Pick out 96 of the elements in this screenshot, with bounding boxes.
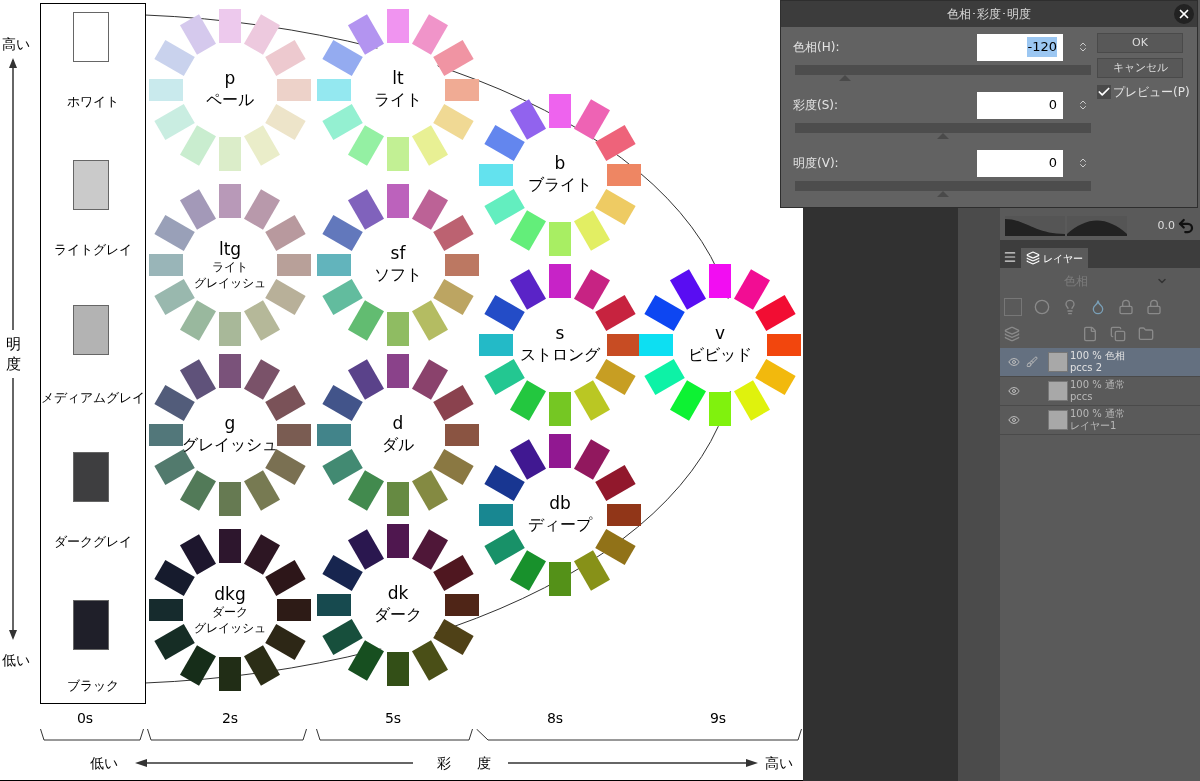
field-label: 彩度(S):	[793, 97, 840, 114]
layer-row[interactable]: 100 % 通常 レイヤー1	[1000, 406, 1200, 435]
tone-abbreviation: s	[555, 323, 565, 343]
field-label: 明度(V):	[793, 155, 840, 172]
checkbox-label: プレビュー(P)	[1113, 84, 1190, 101]
tone-name: グレイッシュ	[194, 620, 266, 636]
droplet-icon[interactable]	[1090, 299, 1106, 315]
layer-row[interactable]: 100 % 通常 pccs	[1000, 377, 1200, 406]
spinner-icon[interactable]	[1077, 99, 1089, 111]
swatch-label: メディアムグレイ	[41, 389, 145, 407]
axis-label: 度	[6, 354, 21, 374]
axis-label: 度	[477, 754, 491, 773]
tone-abbreviation: dk	[387, 583, 409, 603]
swatch-label: ダークグレイ	[53, 533, 133, 551]
layer-name: レイヤー1	[1070, 420, 1118, 432]
tone-name: ソフト	[374, 264, 422, 286]
tone-name: グレイッシュ	[194, 275, 266, 291]
close-button[interactable]	[1174, 4, 1194, 24]
tone-abbreviation: ltg	[218, 239, 242, 259]
tone-name: ビビッド	[688, 344, 752, 366]
tone-name: ブライト	[528, 174, 592, 196]
swatch-label: ライトグレイ	[53, 241, 133, 259]
value-field[interactable]: 0	[977, 149, 1063, 177]
spinner-icon[interactable]	[1077, 157, 1089, 169]
layer-thumbnail	[1048, 352, 1068, 372]
curve-preview[interactable]	[1005, 216, 1065, 236]
axis-label: 高い	[765, 754, 793, 773]
field-label: 色相(H):	[793, 39, 841, 56]
layers-icon	[1026, 251, 1040, 265]
undo-icon[interactable]	[1177, 217, 1195, 235]
tone-abbreviation: sf	[390, 243, 406, 263]
dialog-button[interactable]: OK	[1097, 33, 1183, 53]
tone-abbreviation: d	[392, 413, 404, 433]
slider[interactable]	[795, 123, 1091, 139]
new-layer-icon[interactable]	[1082, 326, 1098, 342]
layer-mode: 100 % 通常	[1070, 379, 1125, 391]
eye-icon[interactable]	[1008, 356, 1020, 368]
axis-label: 彩	[437, 754, 451, 773]
tone-name: ライト	[374, 89, 422, 111]
copy-icon[interactable]	[1110, 326, 1126, 342]
layers-icon[interactable]	[1004, 326, 1020, 342]
tone-name: ライト	[212, 259, 248, 275]
scale-label: 5s	[383, 709, 403, 728]
lock-icon[interactable]	[1146, 299, 1162, 315]
axis-label: 明	[6, 334, 21, 354]
panel-tab[interactable]: レイヤー	[1021, 248, 1088, 268]
scale-label: 9s	[708, 709, 728, 728]
lock-icon[interactable]	[1118, 299, 1134, 315]
color-box[interactable]	[1004, 298, 1022, 316]
check-icon	[1097, 85, 1111, 99]
tone-name: ダーク	[374, 604, 422, 626]
value-label: 0.0	[1157, 217, 1175, 234]
layer-name: pccs 2	[1070, 362, 1104, 374]
tone-name: ダル	[382, 434, 414, 456]
dialog-button[interactable]: キャンセル	[1097, 58, 1183, 78]
axis-label: 低い	[90, 754, 118, 773]
folder-icon[interactable]	[1138, 326, 1154, 342]
tone-abbreviation: lt	[392, 68, 404, 88]
eye-icon[interactable]	[1008, 414, 1020, 426]
tone-name: ストロング	[520, 344, 600, 366]
scale-label: 0s	[75, 709, 95, 728]
axis-label: 低い	[2, 651, 30, 670]
tone-name: ペール	[206, 89, 254, 111]
slider[interactable]	[795, 181, 1091, 197]
layer-thumbnail	[1048, 381, 1068, 401]
swatch-label: ホワイト	[66, 93, 120, 111]
layer-mode: 100 % 通常	[1070, 408, 1125, 420]
layer-thumbnail	[1048, 410, 1068, 430]
tone-abbreviation: p	[224, 68, 236, 88]
brush-icon	[1026, 356, 1038, 368]
spinner-icon[interactable]	[1077, 41, 1089, 53]
value-field[interactable]: -120	[977, 33, 1063, 61]
tone-abbreviation: b	[554, 153, 566, 173]
swatch-label: ブラック	[66, 677, 120, 695]
layer-name: pccs	[1070, 391, 1094, 403]
tone-name: グレイッシュ	[182, 434, 278, 456]
window-title: 色相･彩度･明度	[947, 6, 1031, 23]
lightbulb-icon[interactable]	[1062, 299, 1078, 315]
eye-icon[interactable]	[1008, 385, 1020, 397]
close-icon	[1177, 7, 1191, 21]
preview-checkbox[interactable]	[1097, 85, 1111, 99]
ring-icon[interactable]	[1034, 299, 1050, 315]
menu-icon[interactable]	[1003, 250, 1017, 264]
tone-name: ダーク	[212, 604, 248, 620]
tone-abbreviation: dkg	[214, 584, 246, 604]
slider[interactable]	[795, 65, 1091, 81]
tone-abbreviation: g	[224, 413, 236, 433]
scale-label: 8s	[545, 709, 565, 728]
layer-mode: 100 % 色相	[1070, 350, 1125, 362]
value-field[interactable]: 0	[977, 91, 1063, 119]
tone-abbreviation: db	[549, 493, 571, 513]
tone-name: ディープ	[528, 514, 592, 536]
axis-label: 高い	[2, 35, 30, 54]
tone-abbreviation: v	[714, 323, 726, 343]
layer-row[interactable]: 100 % 色相 pccs 2	[1000, 348, 1200, 377]
scale-label: 2s	[220, 709, 240, 728]
